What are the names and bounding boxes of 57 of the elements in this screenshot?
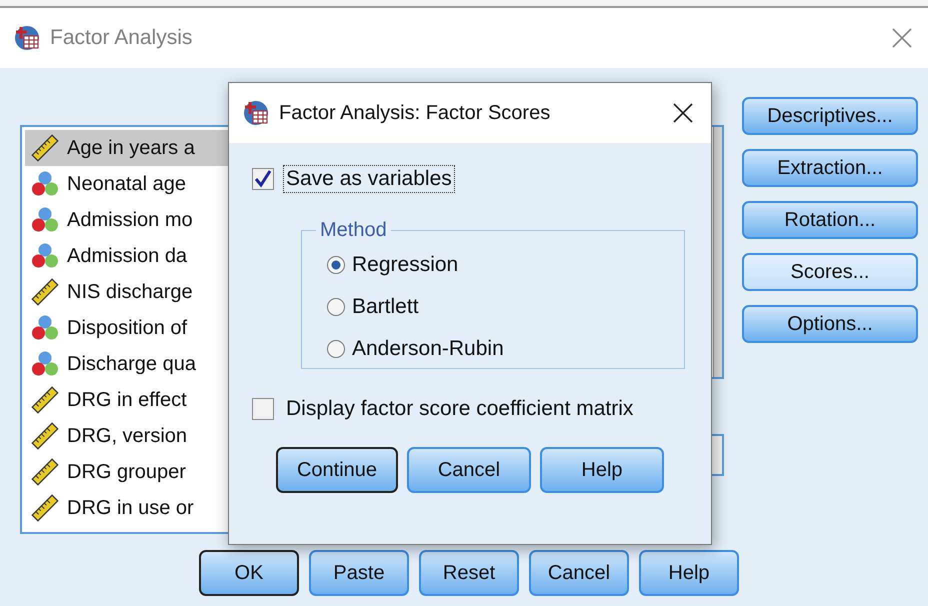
variable-item[interactable]: Disposition of xyxy=(25,310,230,346)
variable-item[interactable]: NIS discharge xyxy=(25,274,230,310)
dialog-button[interactable]: Scores... xyxy=(742,253,918,291)
circles-icon xyxy=(31,242,59,270)
radio-button[interactable] xyxy=(326,339,346,359)
window-title: Factor Analysis xyxy=(50,26,194,50)
circles-icon xyxy=(31,170,59,198)
dialog-button[interactable]: Cancel xyxy=(407,447,531,493)
dialog-button[interactable]: OK xyxy=(199,550,299,596)
dialog-button[interactable]: Cancel xyxy=(529,550,629,596)
checkbox[interactable] xyxy=(251,167,275,191)
checkbox-label[interactable]: Display factor score coefficient matrix xyxy=(283,395,636,423)
variable-name: Discharge qua xyxy=(67,352,196,376)
dialog-button[interactable]: Extraction... xyxy=(742,149,918,187)
variable-item[interactable]: Admission mo xyxy=(25,202,230,238)
circles-icon xyxy=(31,350,59,378)
dialog-title: Factor Analysis: Factor Scores xyxy=(279,102,552,124)
dialog-button[interactable]: Paste xyxy=(309,550,409,596)
variable-name: DRG, version xyxy=(67,424,188,448)
circles-icon xyxy=(31,314,59,342)
variable-item[interactable]: Discharge qua xyxy=(25,346,230,382)
variable-name: NIS discharge xyxy=(67,280,193,304)
variable-name: DRG grouper xyxy=(67,460,186,484)
scrollbar[interactable] xyxy=(713,127,722,377)
variable-name: Disposition of xyxy=(67,316,188,340)
variable-item[interactable]: DRG in effect xyxy=(25,382,230,418)
dialog-button[interactable]: Continue xyxy=(276,447,398,493)
close-icon[interactable] xyxy=(673,103,693,123)
radio-button[interactable] xyxy=(326,255,346,275)
radio-label[interactable]: Bartlett xyxy=(352,295,419,319)
radio-button[interactable] xyxy=(326,297,346,317)
variable-item[interactable]: DRG grouper xyxy=(25,454,230,490)
variable-name: DRG in effect xyxy=(67,388,187,412)
variable-item[interactable]: Admission da xyxy=(25,238,230,274)
variable-name: Admission mo xyxy=(67,208,193,232)
variable-item[interactable]: Neonatal age xyxy=(25,166,230,202)
dialog-button[interactable]: Options... xyxy=(742,305,918,343)
variable-name: DRG in use or xyxy=(67,496,194,520)
dialog-button[interactable]: Reset xyxy=(419,550,519,596)
checkbox-label[interactable]: Save as variables xyxy=(283,165,455,193)
dialog-button[interactable]: Help xyxy=(639,550,739,596)
dialog-button[interactable]: Rotation... xyxy=(742,201,918,239)
group-title: Method xyxy=(319,219,388,242)
app-icon xyxy=(14,25,40,51)
radio-label[interactable]: Regression xyxy=(352,253,458,277)
circles-icon xyxy=(31,206,59,234)
app-icon xyxy=(243,100,269,126)
checkbox[interactable] xyxy=(251,397,275,421)
variable-name: Age in years a xyxy=(67,136,195,160)
variable-item[interactable]: Age in years a xyxy=(25,130,230,166)
dialog-button[interactable]: Descriptives... xyxy=(742,97,918,135)
dialog-button[interactable]: Help xyxy=(540,447,664,493)
variable-item[interactable]: DRG in use or xyxy=(25,490,230,526)
variable-item[interactable]: DRG, version xyxy=(25,418,230,454)
variable-name: Admission da xyxy=(67,244,188,268)
variable-name: Neonatal age xyxy=(67,172,186,196)
radio-label[interactable]: Anderson-Rubin xyxy=(352,337,504,361)
